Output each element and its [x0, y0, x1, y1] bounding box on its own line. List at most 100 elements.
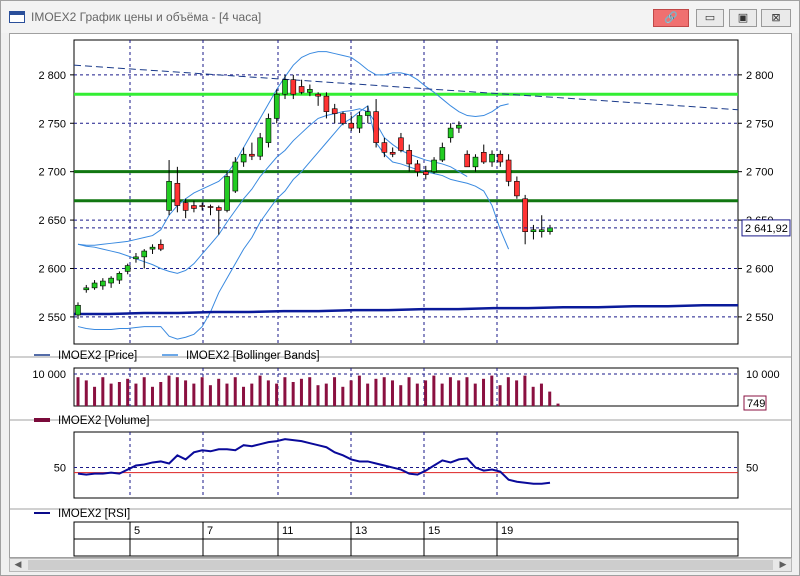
volume-bar [233, 377, 237, 406]
scroll-right-icon[interactable]: ▶ [775, 559, 791, 571]
chart-window: IMOEX2 График цены и объёма - [4 часа] 🔗… [0, 0, 800, 576]
volume-bar [324, 383, 328, 406]
volume-bar [200, 377, 204, 406]
candle-body [124, 265, 131, 272]
volume-bar [299, 378, 303, 406]
volume-bar [556, 403, 560, 406]
volume-bar [424, 380, 428, 406]
candle-body [141, 250, 148, 258]
candle-body [215, 207, 222, 211]
volume-bar [167, 375, 171, 406]
candle-body [439, 147, 446, 161]
maximize-button[interactable]: ▣ [729, 9, 757, 27]
candle-body [514, 181, 520, 197]
candle-body [282, 79, 288, 95]
candle-body [315, 93, 321, 97]
price-label-right: 2 600 [746, 263, 774, 275]
volume-bar [539, 383, 543, 406]
candle-body [323, 95, 330, 112]
minimize-button[interactable]: ▭ [696, 9, 724, 27]
volume-bar [109, 383, 113, 406]
volume-label-left: 10 000 [32, 369, 66, 381]
chart-canvas[interactable]: 2 5502 5502 6002 6002 6502 6502 7002 700… [10, 34, 792, 558]
candle-body [232, 161, 239, 192]
candle-body [489, 153, 495, 163]
volume-legend: IMOEX2 [Volume] [34, 415, 149, 427]
volume-bar [465, 377, 469, 406]
candle-body [522, 198, 528, 232]
price-label-left: 2 600 [38, 263, 66, 275]
legend-label: IMOEX2 [Bollinger Bands] [186, 350, 320, 362]
candle-body [116, 273, 123, 281]
candle-body [530, 229, 537, 232]
volume-bar [506, 377, 510, 406]
link-pin-button[interactable]: 🔗 [653, 9, 689, 27]
candle-body [75, 304, 81, 316]
candle-body [207, 206, 214, 208]
candle-body [166, 181, 172, 211]
candle-body [422, 171, 429, 175]
price-legend: IMOEX2 [Price] IMOEX2 [Bollinger Bands] [34, 350, 320, 362]
volume-bar [175, 377, 179, 406]
volume-bar [399, 385, 403, 406]
candle-body [182, 202, 189, 211]
price-label-left: 2 700 [38, 167, 66, 179]
volume-bar [217, 378, 221, 406]
volume-bar [84, 380, 88, 406]
volume-bar [349, 380, 353, 406]
volume-bar [117, 382, 121, 406]
rsi-label-right: 50 [746, 463, 758, 475]
candle-body [240, 153, 247, 163]
title-bar[interactable]: IMOEX2 График цены и объёма - [4 часа] 🔗… [1, 1, 799, 33]
volume-bar [308, 377, 312, 406]
volume-bar [432, 375, 436, 406]
candle-body [547, 227, 553, 232]
scroll-left-icon[interactable]: ◀ [10, 559, 26, 571]
rsi-panel[interactable] [73, 431, 739, 499]
candle-body [158, 243, 164, 250]
volume-bar [101, 377, 105, 406]
time-label: 13 [355, 525, 367, 537]
time-label: 5 [134, 525, 140, 537]
candle-body [389, 152, 396, 155]
price-label-left: 2 550 [38, 312, 66, 324]
price-label-left: 2 800 [38, 70, 66, 82]
candle-body [249, 153, 255, 157]
volume-bar [76, 377, 80, 406]
candle-body [257, 137, 263, 157]
volume-bar [93, 386, 97, 406]
volume-bar [283, 377, 287, 406]
candle-body [331, 108, 338, 114]
candle-body [290, 79, 297, 95]
price-panel[interactable] [73, 39, 739, 345]
time-label: 7 [207, 525, 213, 537]
volume-bar [482, 378, 486, 406]
candle-body [472, 156, 479, 168]
candle-body [464, 153, 470, 168]
volume-bar [515, 380, 519, 406]
volume-bar [159, 382, 163, 406]
volume-bar [473, 383, 477, 406]
close-button[interactable]: ⊠ [761, 9, 791, 27]
volume-bar [242, 386, 246, 406]
volume-bar [548, 391, 552, 406]
rsi-label-left: 50 [54, 463, 66, 475]
chart-area[interactable]: 2 5502 5502 6002 6002 6502 6502 7002 700… [9, 33, 792, 558]
rsi-legend: IMOEX2 [RSI] [34, 508, 130, 520]
volume-bar [490, 375, 494, 406]
candle-body [133, 256, 139, 260]
volume-bar [531, 386, 535, 406]
price-label-right: 2 700 [746, 167, 774, 179]
time-label: 15 [428, 525, 440, 537]
volume-bar [250, 383, 254, 406]
horizontal-scrollbar[interactable]: ◀ ▶ [9, 558, 792, 572]
candle-body [356, 115, 363, 129]
volume-bar [498, 385, 502, 406]
volume-bar [225, 383, 229, 406]
scrollbar-thumb[interactable] [28, 560, 773, 570]
volume-bar [258, 375, 262, 406]
legend-label: IMOEX2 [Volume] [58, 415, 149, 427]
volume-bar [142, 377, 146, 406]
candle-body [108, 277, 114, 284]
volume-bar [316, 385, 320, 406]
